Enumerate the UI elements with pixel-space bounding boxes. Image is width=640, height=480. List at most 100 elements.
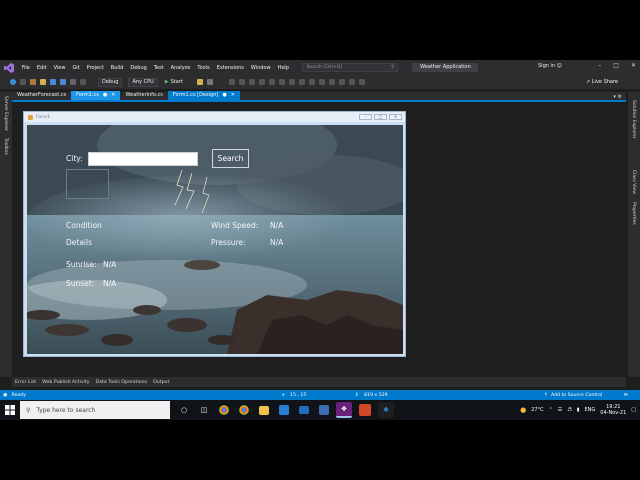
menu-extensions[interactable]: Extensions xyxy=(213,65,247,71)
standard-toolbar: Debug Any CPU ▶ Start ➚ Live Share xyxy=(0,75,640,89)
chrome-profile-icon[interactable] xyxy=(239,405,249,415)
visual-studio-2019-icon[interactable]: ❖ xyxy=(378,402,394,418)
powerpoint-icon[interactable] xyxy=(359,404,371,416)
pin-icon[interactable]: ● xyxy=(103,91,107,100)
clock-date: 04-Nov-21 xyxy=(600,410,627,416)
menu-help[interactable]: Help xyxy=(274,65,292,71)
add-to-source-control[interactable]: Add to Source Control xyxy=(551,393,602,398)
folder-icon[interactable] xyxy=(196,79,203,85)
horizontal-spacing-icon[interactable] xyxy=(308,79,315,85)
ide-search-box[interactable]: Search (Ctrl+Q) ⚲ xyxy=(302,63,399,72)
cortana-icon[interactable]: ○ xyxy=(176,402,192,418)
align-center-icon[interactable] xyxy=(238,79,245,85)
form1-window[interactable]: Form1 – □ ✕ City: Search Condition Detai… xyxy=(23,111,406,357)
align-bottom-icon[interactable] xyxy=(278,79,285,85)
open-file-icon[interactable] xyxy=(40,79,46,85)
tab-form1-cs[interactable]: Form1.cs ● ✕ xyxy=(71,91,121,100)
center-horizontally-icon[interactable] xyxy=(328,79,335,85)
bottom-tool-tabs: Error List Web Publish Activity Data Too… xyxy=(12,377,626,387)
configuration-dropdown[interactable]: Debug xyxy=(98,77,123,87)
start-button[interactable]: Start xyxy=(171,79,183,85)
tab-weatherinfo-cs[interactable]: WeatherInfo.cs xyxy=(120,91,167,100)
show-hidden-icons-icon[interactable]: ⌃ xyxy=(549,407,553,413)
menu-tools[interactable]: Tools xyxy=(194,65,213,71)
size-to-grid-icon[interactable] xyxy=(298,79,305,85)
menu-analyze[interactable]: Analyze xyxy=(167,65,194,71)
menu-debug[interactable]: Debug xyxy=(127,65,150,71)
minimize-icon[interactable]: – xyxy=(598,62,601,69)
menu-edit[interactable]: Edit xyxy=(33,65,50,71)
tab-form1-design[interactable]: Form1.cs [Design] ● ✕ xyxy=(167,91,240,100)
network-icon[interactable]: ☰ xyxy=(558,407,562,413)
menu-build[interactable]: Build xyxy=(107,65,127,71)
properties-tab[interactable]: Properties xyxy=(631,202,636,225)
sign-in-link[interactable]: Sign in ☺ xyxy=(538,63,562,69)
pin-icon[interactable]: ● xyxy=(222,91,226,100)
menu-view[interactable]: View xyxy=(50,65,69,71)
camera-icon[interactable] xyxy=(206,79,213,85)
close-icon[interactable]: ✕ xyxy=(631,62,636,69)
align-middle-icon[interactable] xyxy=(268,79,275,85)
notification-bell-icon[interactable]: ✉ xyxy=(624,393,628,398)
city-input[interactable] xyxy=(88,152,198,166)
server-explorer-tab[interactable]: Server Explorer xyxy=(3,96,8,131)
chrome-icon[interactable] xyxy=(219,405,229,415)
redo-icon[interactable] xyxy=(80,79,86,85)
start-debug-icon[interactable]: ▶ xyxy=(165,79,169,85)
make-same-size-icon[interactable] xyxy=(288,79,295,85)
output-tab[interactable]: Output xyxy=(153,380,169,385)
back-icon[interactable] xyxy=(10,79,16,85)
volume-icon[interactable]: ♬ xyxy=(567,407,571,413)
live-share-button[interactable]: ➚ Live Share xyxy=(586,79,618,85)
align-left-icon[interactable] xyxy=(228,79,235,85)
mail-icon[interactable] xyxy=(299,406,309,414)
menu-git[interactable]: Git xyxy=(69,65,83,71)
undo-icon[interactable] xyxy=(70,79,76,85)
store-icon[interactable] xyxy=(279,405,289,415)
tab-weatherforecast-cs[interactable]: WeatherForecast.cs xyxy=(12,91,71,100)
save-all-icon[interactable] xyxy=(60,79,66,85)
data-tools-operations-tab[interactable]: Data Tools Operations xyxy=(96,380,148,385)
menu-file[interactable]: File xyxy=(18,65,33,71)
taskbar-search-box[interactable]: ⚲ Type here to search xyxy=(20,401,170,419)
class-view-tab[interactable]: Class View xyxy=(631,170,636,194)
menu-project[interactable]: Project xyxy=(83,65,107,71)
form-background-image[interactable]: City: Search Condition Details Sunrise: … xyxy=(27,125,403,354)
bring-to-front-icon[interactable] xyxy=(348,79,355,85)
menu-window[interactable]: Window xyxy=(247,65,274,71)
weather-sun-icon[interactable]: ● xyxy=(520,406,526,414)
align-right-icon[interactable] xyxy=(248,79,255,85)
search-icon: ⚲ xyxy=(26,406,31,414)
notepad-icon[interactable] xyxy=(319,405,329,415)
tab-overflow-chevron-icon[interactable]: ▾ ⚙ xyxy=(613,94,626,100)
menu-test[interactable]: Test xyxy=(150,65,167,71)
start-menu-button[interactable] xyxy=(0,400,20,420)
visual-studio-taskbar-icon[interactable]: ❖ xyxy=(336,402,352,418)
forward-icon[interactable] xyxy=(20,79,26,85)
center-vertically-icon[interactable] xyxy=(338,79,345,85)
new-project-icon[interactable] xyxy=(30,79,36,85)
web-publish-activity-tab[interactable]: Web Publish Activity xyxy=(42,380,89,385)
close-tab-icon[interactable]: ✕ xyxy=(111,91,115,100)
vertical-spacing-icon[interactable] xyxy=(318,79,325,85)
solution-explorer-tab[interactable]: Solution Explorer xyxy=(631,100,636,139)
save-icon[interactable] xyxy=(50,79,56,85)
align-top-icon[interactable] xyxy=(258,79,265,85)
platform-dropdown[interactable]: Any CPU xyxy=(128,77,158,87)
error-list-tab[interactable]: Error List xyxy=(15,380,36,385)
search-button[interactable]: Search xyxy=(212,149,249,168)
window-controls: – □ ✕ xyxy=(598,62,636,69)
send-to-back-icon[interactable] xyxy=(358,79,365,85)
action-center-icon[interactable]: □ xyxy=(631,407,636,413)
toolbox-tab[interactable]: Toolbox xyxy=(3,138,8,155)
file-explorer-icon[interactable] xyxy=(259,405,269,415)
task-view-icon[interactable]: ◫ xyxy=(196,402,212,418)
temperature[interactable]: 27°C xyxy=(531,407,543,413)
close-tab-icon[interactable]: ✕ xyxy=(231,91,235,100)
system-tray: ● 27°C ⌃ ☰ ♬ ▮ ENG 19:21 04-Nov-21 □ xyxy=(520,400,640,420)
visual-studio-logo-icon[interactable] xyxy=(4,62,14,73)
battery-icon[interactable]: ▮ xyxy=(577,407,580,413)
taskbar-clock[interactable]: 19:21 04-Nov-21 xyxy=(600,404,626,416)
language-indicator[interactable]: ENG xyxy=(585,407,596,413)
maximize-icon[interactable]: □ xyxy=(613,62,619,69)
